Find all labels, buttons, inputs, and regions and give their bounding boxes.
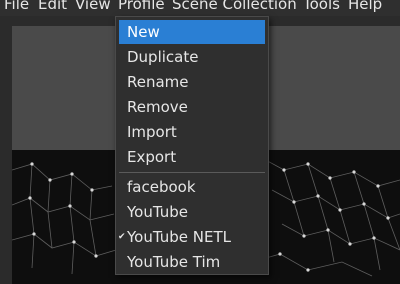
- menu-item-rename-label: Rename: [127, 73, 189, 91]
- menu-help[interactable]: Help: [348, 0, 382, 14]
- menu-edit[interactable]: Edit: [38, 0, 67, 14]
- profile-item-youtube[interactable]: YouTube: [119, 200, 265, 224]
- menu-item-export[interactable]: Export: [119, 145, 265, 169]
- menu-item-new[interactable]: New: [119, 20, 265, 44]
- checkmark-icon: ✔: [118, 232, 126, 242]
- profile-item-youtube-tim[interactable]: YouTube Tim: [119, 250, 265, 274]
- menu-bar: File Edit View Profile Scene Collection …: [0, 0, 400, 16]
- menu-item-duplicate-label: Duplicate: [127, 48, 199, 66]
- menu-view[interactable]: View: [75, 0, 111, 14]
- menu-item-import[interactable]: Import: [119, 120, 265, 144]
- menu-item-remove[interactable]: Remove: [119, 95, 265, 119]
- menu-tools[interactable]: Tools: [303, 0, 340, 14]
- profile-item-youtube-label: YouTube: [127, 203, 188, 221]
- menu-item-duplicate[interactable]: Duplicate: [119, 45, 265, 69]
- menu-item-import-label: Import: [127, 123, 177, 141]
- menu-item-new-label: New: [127, 23, 160, 41]
- profile-item-facebook[interactable]: facebook: [119, 175, 265, 199]
- menu-item-export-label: Export: [127, 148, 177, 166]
- profile-item-youtube-netl-label: YouTube NETL: [127, 228, 231, 246]
- menu-item-rename[interactable]: Rename: [119, 70, 265, 94]
- menu-scene-collection[interactable]: Scene Collection: [172, 0, 297, 14]
- menu-separator: [119, 172, 265, 173]
- menu-profile[interactable]: Profile: [118, 0, 165, 14]
- profile-menu-dropdown: New Duplicate Rename Remove Import Expor…: [115, 16, 269, 275]
- menu-item-remove-label: Remove: [127, 98, 188, 116]
- profile-item-facebook-label: facebook: [127, 178, 196, 196]
- profile-item-youtube-netl[interactable]: ✔ YouTube NETL: [118, 225, 265, 249]
- profile-item-youtube-tim-label: YouTube Tim: [127, 253, 221, 271]
- menu-file[interactable]: File: [4, 0, 29, 14]
